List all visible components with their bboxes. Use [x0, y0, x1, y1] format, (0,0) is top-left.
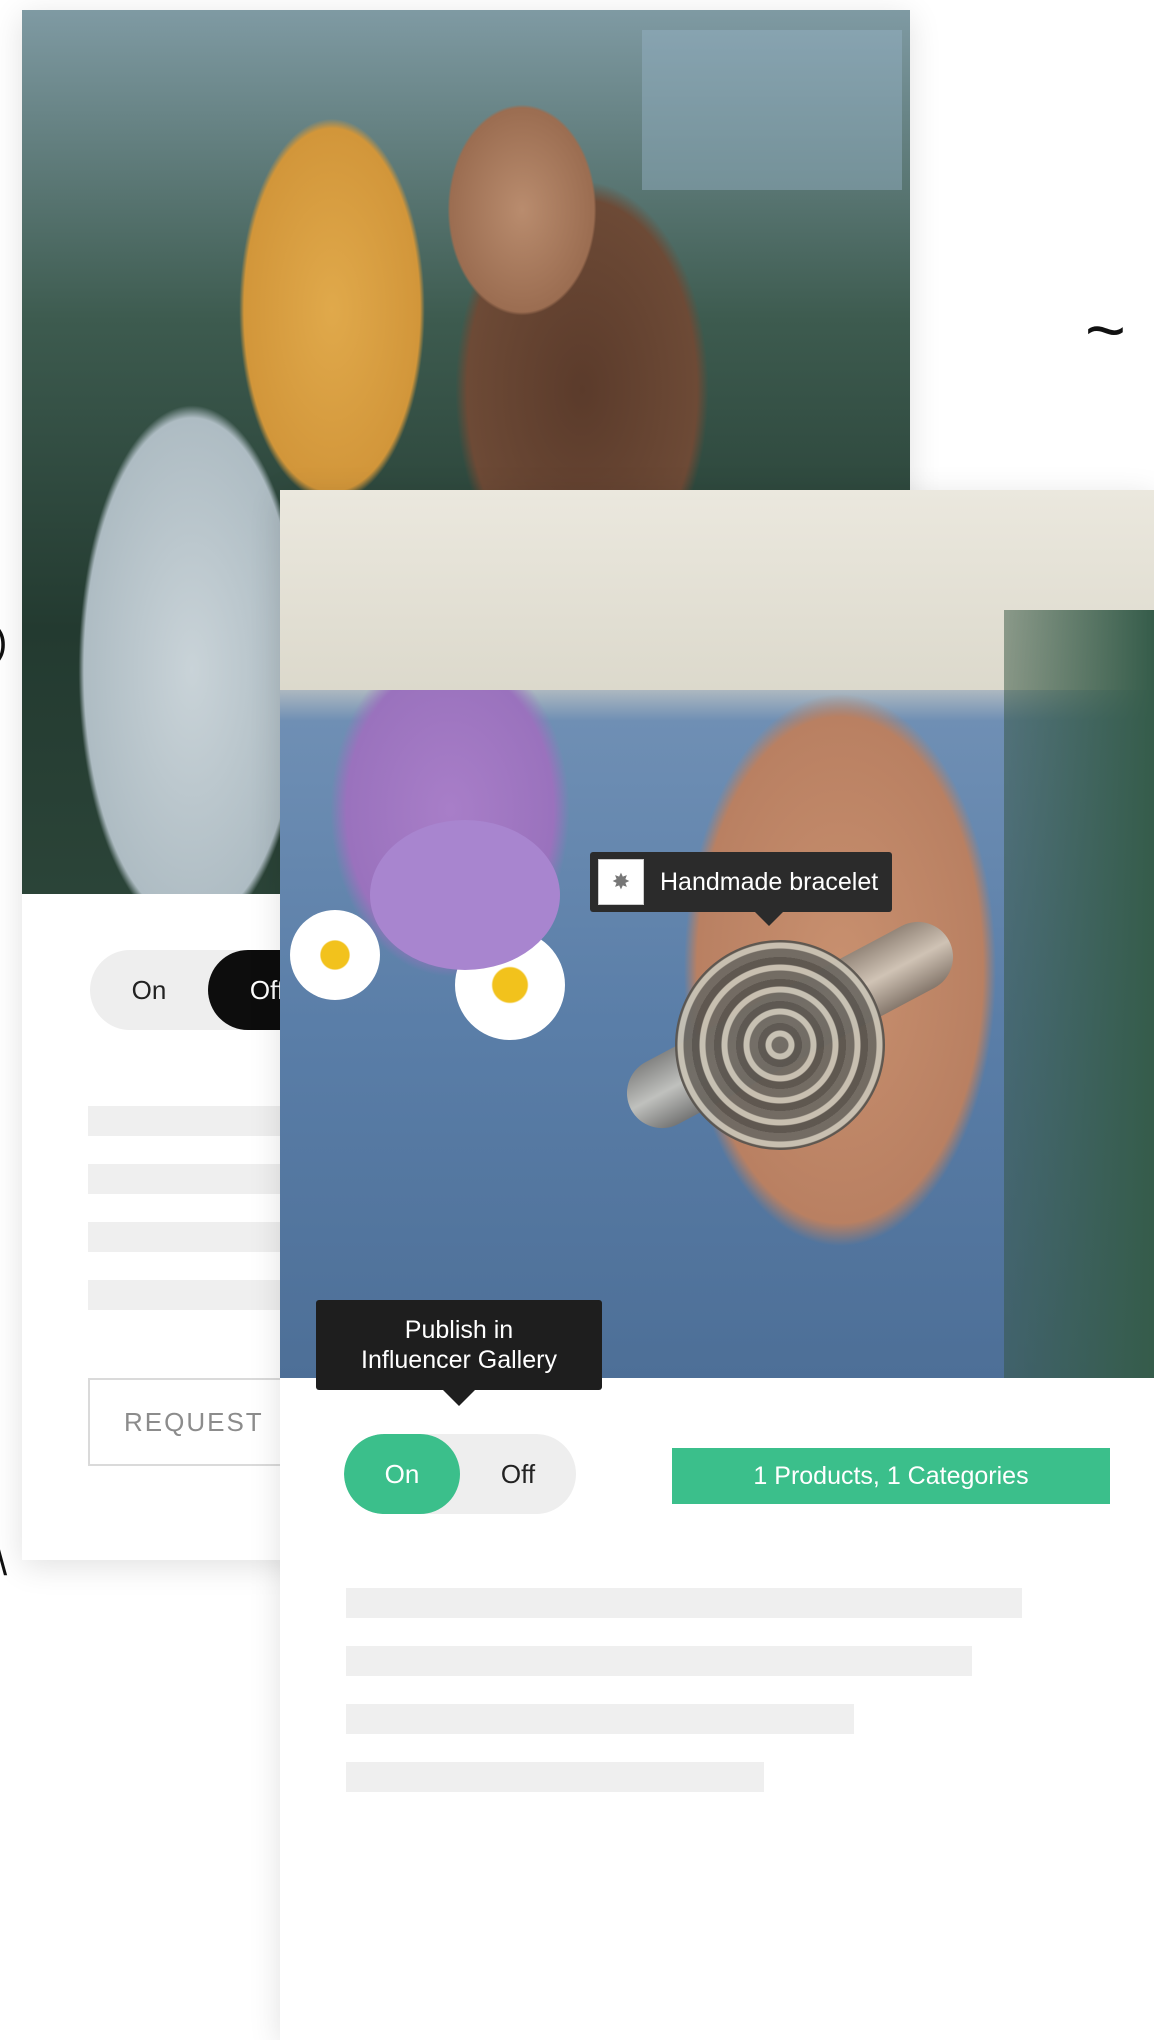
- product-tag-label: Handmade bracelet: [660, 867, 879, 896]
- products-categories-badge[interactable]: 1 Products, 1 Categories: [672, 1448, 1110, 1504]
- decorative-edge-mark: \: [0, 1540, 7, 1585]
- placeholder-text-line: [346, 1646, 972, 1676]
- publish-toggle-front[interactable]: On Off: [344, 1434, 576, 1514]
- placeholder-text-line: [346, 1588, 1022, 1618]
- bracelet-arm-photo[interactable]: ✸ Handmade bracelet: [280, 490, 1154, 1378]
- tooltip-line-1: Publish in: [404, 1316, 514, 1344]
- toggle-on-option[interactable]: On: [90, 950, 208, 1030]
- product-tag-tooltip[interactable]: ✸ Handmade bracelet: [590, 852, 893, 926]
- tooltip-line-2: Influencer Gallery: [361, 1346, 557, 1374]
- placeholder-text-line: [346, 1762, 764, 1792]
- toggle-on-option[interactable]: On: [344, 1434, 460, 1514]
- placeholder-text-line: [346, 1704, 854, 1734]
- bracelet-hotspot[interactable]: [675, 940, 885, 1150]
- front-post-card: ✸ Handmade bracelet Publish in Influence…: [280, 490, 1154, 2040]
- toggle-off-option[interactable]: Off: [460, 1434, 576, 1514]
- bracelet-thumbnail-icon: ✸: [598, 859, 644, 905]
- decorative-edge-mark: ): [0, 620, 7, 665]
- publish-gallery-tooltip: Publish in Influencer Gallery: [316, 1300, 602, 1406]
- decorative-squiggle: ~: [1085, 291, 1126, 369]
